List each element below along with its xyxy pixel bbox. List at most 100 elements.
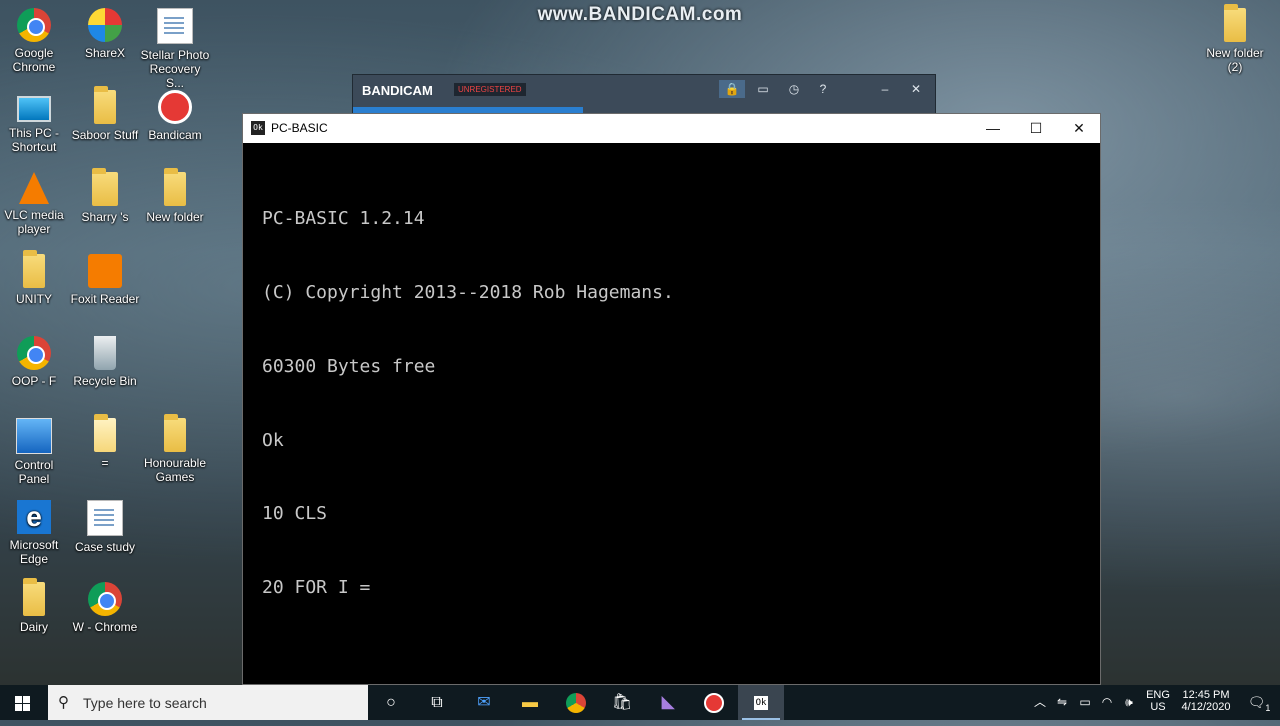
action-center-button[interactable]: 🗨1: [1242, 685, 1276, 720]
desktop-icon-label: UNITY: [16, 292, 52, 306]
task-view-icon[interactable]: ⧉: [414, 685, 460, 720]
wifi-icon[interactable]: ◠: [1098, 685, 1116, 720]
chrome-icon: [17, 8, 51, 42]
desktop-icon-label: Sharry 's: [81, 210, 129, 224]
minimize-icon[interactable]: –: [872, 80, 898, 98]
cortana-icon[interactable]: ○: [368, 685, 414, 720]
pcbasic-window[interactable]: Ok PC-BASIC — ☐ ✕ PC-BASIC 1.2.14 (C) Co…: [242, 113, 1101, 685]
desktop-icon-bandicam[interactable]: Bandicam: [140, 90, 210, 142]
desktop-icon-honourable-games[interactable]: Honourable Games: [140, 414, 210, 484]
battery-icon[interactable]: ▭: [1076, 685, 1094, 720]
terminal-line: 10 CLS: [262, 503, 328, 525]
desktop-icon-case-study[interactable]: Case study: [70, 500, 140, 554]
pcbasic-icon[interactable]: Ok: [738, 685, 784, 720]
desktop-icon-microsoft-edge[interactable]: e Microsoft Edge: [0, 500, 69, 566]
terminal-line: Ok: [262, 429, 284, 451]
clock[interactable]: 12:45 PM 4/12/2020: [1176, 685, 1236, 724]
terminal-line: PC-BASIC 1.2.14: [262, 208, 425, 230]
mail-icon[interactable]: ✉: [461, 685, 507, 720]
desktop-icon-sharry[interactable]: Sharry 's: [70, 168, 140, 224]
maximize-button[interactable]: ☐: [1013, 114, 1059, 143]
desktop-icon-label: =: [101, 456, 109, 470]
edge-icon: e: [17, 500, 51, 534]
chrome-icon: [17, 336, 51, 370]
desktop-icon-label: Google Chrome: [12, 46, 56, 74]
stellar-icon: [157, 8, 193, 44]
desktop-icon-label: Foxit Reader: [70, 292, 140, 306]
desktop-icon-stellar[interactable]: Stellar Photo Recovery S...: [140, 8, 210, 90]
desktop-icon-label: W - Chrome: [72, 620, 138, 634]
recycle-bin-icon: [94, 336, 116, 370]
file-explorer-icon[interactable]: ▬: [507, 685, 553, 720]
desktop-icon-label: Recycle Bin: [73, 374, 137, 388]
desktop-icon-oop-f[interactable]: OOP - F: [0, 336, 69, 388]
desktop-icon-label: OOP - F: [11, 374, 57, 388]
desktop-icon-label: Saboor Stuff: [71, 128, 139, 142]
desktop-icon-label: New folder (2): [1206, 46, 1264, 74]
folder-icon: [164, 414, 186, 452]
desktop-icon-label: ShareX: [84, 46, 126, 60]
help-icon[interactable]: ?: [810, 80, 836, 98]
folder-icon: [23, 250, 45, 288]
visual-studio-icon[interactable]: ◣: [645, 685, 691, 720]
region-code: US: [1150, 701, 1166, 713]
desktop-icon-label: Case study: [74, 540, 136, 554]
desktop-icon-label: Bandicam: [148, 128, 202, 142]
desktop-icon-new-folder-2[interactable]: New folder (2): [1200, 4, 1270, 74]
folder-shortcut-icon: [94, 414, 116, 452]
clock-time: 12:45 PM: [1182, 689, 1230, 701]
terminal-line: (C) Copyright 2013--2018 Rob Hagemans.: [262, 281, 674, 303]
terminal-line: 60300 Bytes free: [262, 355, 436, 377]
chrome-icon: [88, 582, 122, 616]
vlc-cone-icon: [19, 172, 49, 204]
window-title: PC-BASIC: [271, 121, 328, 135]
close-button[interactable]: ✕: [1056, 114, 1102, 143]
bandicam-window[interactable]: BANDICAM UNREGISTERED 🔒 ▭ ◷ ? – ✕: [352, 74, 936, 116]
desktop-icon-google-chrome[interactable]: Google Chrome: [0, 8, 69, 74]
chrome-icon[interactable]: [553, 685, 599, 720]
desktop-icon-equals[interactable]: =: [70, 414, 140, 470]
folder-icon[interactable]: ▭: [750, 80, 776, 98]
store-icon[interactable]: 🛍: [599, 685, 645, 720]
desktop-icon-dairy[interactable]: Dairy: [0, 578, 69, 634]
desktop-icon-recycle-bin[interactable]: Recycle Bin: [70, 336, 140, 388]
desktop-icon-vlc[interactable]: VLC media player: [0, 172, 69, 236]
volume-icon[interactable]: 🕪: [1120, 685, 1138, 720]
desktop-icon-saboor-stuff[interactable]: Saboor Stuff: [70, 86, 140, 142]
notification-icon: 🗨: [1247, 694, 1266, 710]
clock-icon[interactable]: ◷: [781, 80, 807, 98]
folder-icon: [164, 168, 186, 206]
minimize-button[interactable]: —: [970, 114, 1016, 143]
desktop-icon-unity[interactable]: UNITY: [0, 250, 69, 306]
clock-date: 4/12/2020: [1181, 701, 1231, 713]
language-code: ENG: [1146, 689, 1170, 701]
taskbar: ⚲ Type here to search ○ ⧉ ✉ ▬ 🛍 ◣ Ok ︿ ⇋…: [0, 685, 1280, 720]
desktop-icon-w-chrome[interactable]: W - Chrome: [70, 582, 140, 634]
folder-icon: [23, 578, 45, 616]
tray-overflow-icon[interactable]: ︿: [1031, 685, 1049, 720]
desktop-icon-label: New folder: [146, 210, 204, 224]
control-panel-icon: [16, 418, 52, 454]
desktop-icon-label: Honourable Games: [143, 456, 207, 484]
window-titlebar[interactable]: Ok PC-BASIC — ☐ ✕: [243, 114, 1100, 143]
desktop-icon-label: VLC media player: [4, 208, 64, 236]
language-indicator[interactable]: ENG US: [1142, 685, 1174, 724]
desktop-icon-label: Stellar Photo Recovery S...: [140, 48, 210, 90]
network-share-icon[interactable]: ⇋: [1053, 685, 1071, 720]
desktop-icon-control-panel[interactable]: Control Panel: [0, 418, 69, 486]
start-button[interactable]: [0, 685, 46, 720]
desktop-icon-new-folder[interactable]: New folder: [140, 168, 210, 224]
pcbasic-app-icon: Ok: [251, 121, 265, 135]
desktop-icon-label: This PC - Shortcut: [8, 126, 59, 154]
desktop-icon-label: Dairy: [19, 620, 48, 634]
terminal-output[interactable]: PC-BASIC 1.2.14 (C) Copyright 2013--2018…: [262, 158, 674, 650]
search-box[interactable]: ⚲ Type here to search: [48, 685, 368, 720]
search-icon: ⚲: [58, 694, 69, 711]
computer-icon: [17, 96, 51, 122]
bandicam-icon[interactable]: [691, 685, 737, 720]
desktop-icon-foxit[interactable]: Foxit Reader: [70, 254, 140, 306]
lock-icon[interactable]: 🔒: [719, 80, 745, 98]
close-icon[interactable]: ✕: [903, 80, 929, 98]
desktop-icon-this-pc[interactable]: This PC - Shortcut: [0, 90, 69, 154]
desktop-icon-sharex[interactable]: ShareX: [70, 8, 140, 60]
